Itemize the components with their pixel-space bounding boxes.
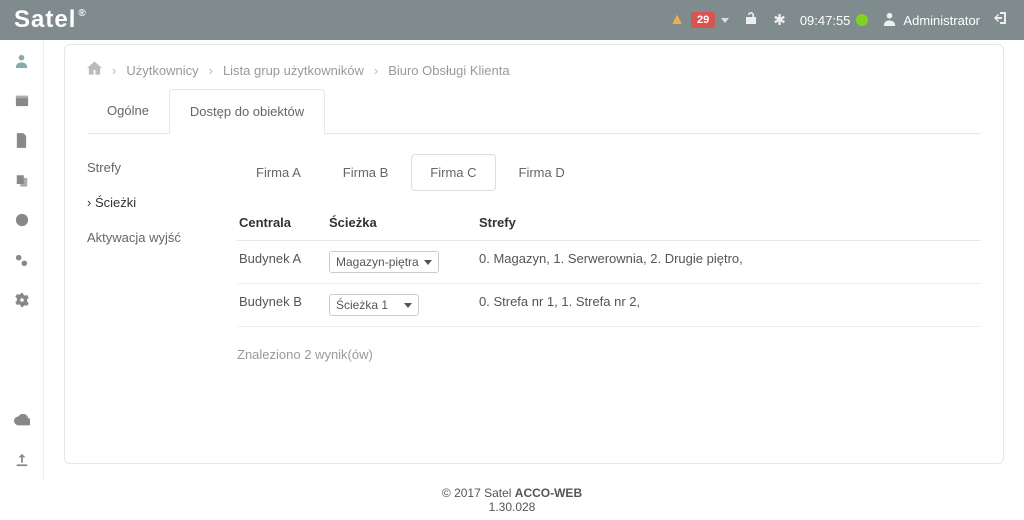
nav-users-icon[interactable] [0, 40, 43, 80]
nav-cloud-icon[interactable] [0, 400, 43, 440]
main-card: › Użytkownicy › Lista grup użytkowników … [64, 44, 1004, 464]
path-select[interactable]: Magazyn-piętra [329, 251, 439, 273]
side-nav [0, 40, 44, 480]
user-menu[interactable]: Administrator [882, 11, 980, 30]
pane-paths: Firma A Firma B Firma C Firma D Centrala… [237, 154, 981, 362]
cell-central: Budynek A [237, 241, 327, 284]
firm-tab-d[interactable]: Firma D [500, 154, 584, 191]
chevron-right-icon: › [112, 63, 116, 78]
col-zones: Strefy [477, 207, 981, 241]
path-select-value: Ścieżka 1 [336, 298, 388, 312]
footer: © 2017 Satel ACCO-WEB 1.30.028 [0, 480, 1024, 520]
alert-count-badge: 29 [691, 12, 715, 28]
crumb-group-list[interactable]: Lista grup użytkowników [223, 63, 364, 78]
results-info: Znaleziono 2 wynik(ów) [237, 347, 981, 362]
crumb-current: Biuro Obsługi Klienta [388, 63, 509, 78]
tab-general[interactable]: Ogólne [87, 89, 169, 134]
nav-calendar-icon[interactable] [0, 80, 43, 120]
firm-tab-a[interactable]: Firma A [237, 154, 320, 191]
cell-zones: 0. Magazyn, 1. Serwerownia, 2. Drugie pi… [477, 241, 981, 284]
nav-document-icon[interactable] [0, 120, 43, 160]
unlock-icon[interactable] [743, 10, 759, 30]
brand-logo: Satel ® [14, 6, 87, 34]
warning-icon: ▲ [669, 11, 685, 29]
clock-text: 09:47:55 [800, 13, 851, 28]
firm-tab-b[interactable]: Firma B [324, 154, 408, 191]
chevron-right-icon: › [374, 63, 378, 78]
firm-tabs: Firma A Firma B Firma C Firma D [237, 154, 981, 191]
content-area: › Użytkownicy › Lista grup użytkowników … [44, 40, 1024, 480]
clock-area: 09:47:55 [800, 13, 869, 28]
registered-mark: ® [78, 8, 86, 19]
firm-tab-c[interactable]: Firma C [411, 154, 495, 191]
col-central: Centrala [237, 207, 327, 241]
caret-down-icon [721, 18, 729, 23]
user-label: Administrator [903, 13, 980, 28]
nav-upload-icon[interactable] [0, 440, 43, 480]
status-dot-icon [856, 14, 868, 26]
top-bar: Satel ® ▲ 29 ✱ 09:47:55 Administrator [0, 0, 1024, 40]
nav-globe-icon[interactable] [0, 200, 43, 240]
cell-path: Ścieżka 1 [327, 284, 477, 327]
sub-nav: Strefy Ścieżki Aktywacja wyjść [87, 154, 217, 362]
nav-settings-icon[interactable] [0, 280, 43, 320]
cell-path: Magazyn-piętra [327, 241, 477, 284]
footer-product: ACCO-WEB [515, 486, 582, 500]
user-icon [882, 11, 897, 30]
subnav-outputs[interactable]: Aktywacja wyjść [87, 230, 217, 245]
brand-text: Satel [14, 6, 76, 34]
chevron-right-icon: › [209, 63, 213, 78]
footer-copyright: © 2017 Satel [442, 486, 515, 500]
alerts-area[interactable]: ▲ 29 [669, 11, 729, 29]
cell-central: Budynek B [237, 284, 327, 327]
crumb-users[interactable]: Użytkownicy [126, 63, 198, 78]
panel-body: Strefy Ścieżki Aktywacja wyjść Firma A F… [87, 144, 981, 362]
nav-copy-icon[interactable] [0, 160, 43, 200]
table-row: Budynek B Ścieżka 1 0. Strefa nr 1, 1. S… [237, 284, 981, 327]
home-icon[interactable] [87, 61, 102, 79]
snowflake-icon[interactable]: ✱ [773, 11, 786, 29]
table-row: Budynek A Magazyn-piętra 0. Magazyn, 1. … [237, 241, 981, 284]
cell-zones: 0. Strefa nr 1, 1. Strefa nr 2, [477, 284, 981, 327]
breadcrumb: › Użytkownicy › Lista grup użytkowników … [87, 61, 981, 79]
paths-table: Centrala Ścieżka Strefy Budynek A Magazy [237, 207, 981, 327]
subnav-zones[interactable]: Strefy [87, 160, 217, 175]
nav-processes-icon[interactable] [0, 240, 43, 280]
path-select-value: Magazyn-piętra [336, 255, 419, 269]
col-path: Ścieżka [327, 207, 477, 241]
tab-access[interactable]: Dostęp do obiektów [169, 89, 325, 134]
tabs-main: Ogólne Dostęp do obiektów [87, 89, 981, 134]
footer-version: 1.30.028 [489, 500, 536, 514]
path-select[interactable]: Ścieżka 1 [329, 294, 419, 316]
logout-icon[interactable] [994, 10, 1010, 30]
subnav-paths[interactable]: Ścieżki [87, 195, 217, 210]
